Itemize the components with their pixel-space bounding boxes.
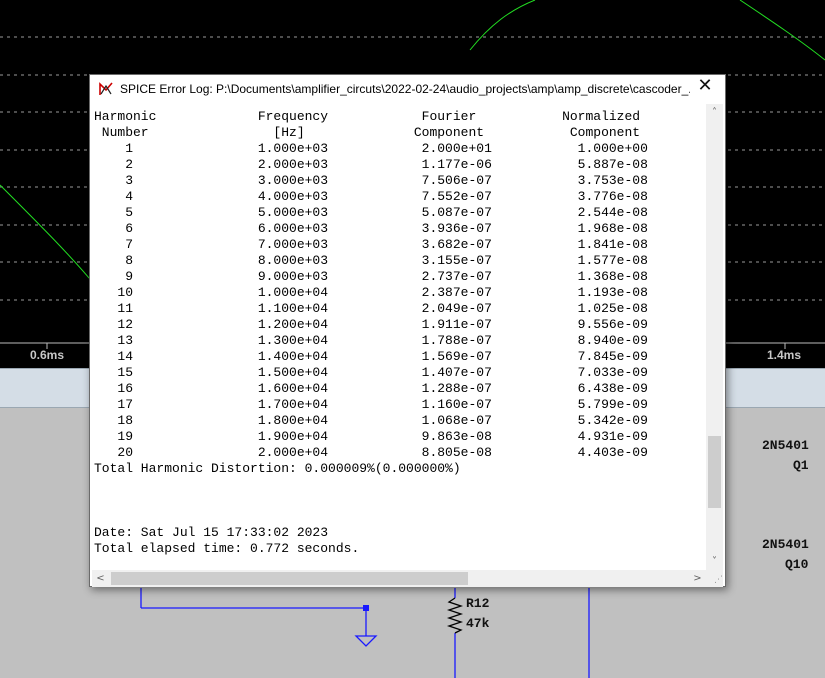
- log-line: 12 1.200e+04 1.911e-07 9.556e-09: [94, 317, 648, 332]
- close-button[interactable]: ✕: [685, 75, 725, 103]
- log-line: 13 1.300e+04 1.788e-07 8.940e-09: [94, 333, 648, 348]
- log-line: 4 4.000e+03 7.552e-07 3.776e-08: [94, 189, 648, 204]
- resistor-r12-symbol[interactable]: [446, 597, 464, 634]
- vertical-scroll-thumb[interactable]: [708, 436, 721, 508]
- scroll-up-arrow-icon[interactable]: ˄: [706, 104, 723, 121]
- log-line: Number [Hz] Component Component: [94, 125, 641, 140]
- log-line: Total elapsed time: 0.772 seconds.: [94, 541, 360, 556]
- log-line: 3 3.000e+03 7.506e-07 3.753e-08: [94, 173, 648, 188]
- log-line: 8 8.000e+03 3.155e-07 1.577e-08: [94, 253, 648, 268]
- log-line: Total Harmonic Distortion: 0.000009%(0.0…: [94, 461, 461, 476]
- x-tick-label: 0.6ms: [30, 348, 65, 362]
- wire-junction: [363, 605, 369, 611]
- window-title: SPICE Error Log: P:\Documents\amplifier_…: [120, 82, 690, 96]
- log-line: Harmonic Frequency Fourier Normalized: [94, 109, 641, 124]
- transistor-q1-name[interactable]: Q1: [793, 458, 809, 473]
- title-bar[interactable]: SPICE Error Log: P:\Documents\amplifier_…: [90, 75, 725, 103]
- log-line: 1 1.000e+03 2.000e+01 1.000e+00: [94, 141, 648, 156]
- scroll-down-arrow-icon[interactable]: ˅: [706, 553, 723, 570]
- schematic-wires: [140, 588, 590, 678]
- log-text[interactable]: rHarmonic Frequency Fourier Normalized N…: [94, 104, 648, 557]
- log-line: 20 2.000e+04 8.805e-08 4.403e-09: [94, 445, 648, 460]
- log-line: 7 7.000e+03 3.682e-07 1.841e-08: [94, 237, 648, 252]
- transistor-q1-ref[interactable]: 2N5401: [762, 438, 809, 453]
- transistor-q10-ref[interactable]: 2N5401: [762, 537, 809, 552]
- spice-error-log-window: SPICE Error Log: P:\Documents\amplifier_…: [89, 74, 726, 587]
- horizontal-scrollbar[interactable]: < >: [92, 570, 706, 587]
- log-line: 17 1.700e+04 1.160e-07 5.799e-09: [94, 397, 648, 412]
- resistor-r12-name[interactable]: R12: [466, 596, 489, 611]
- vertical-scrollbar[interactable]: ˄ ˅: [706, 104, 723, 570]
- scroll-left-arrow-icon[interactable]: <: [92, 570, 109, 587]
- log-content[interactable]: rHarmonic Frequency Fourier Normalized N…: [92, 104, 706, 570]
- log-line: 2 2.000e+03 1.177e-06 5.887e-08: [94, 157, 648, 172]
- log-line: 6 6.000e+03 3.936e-07 1.968e-08: [94, 221, 648, 236]
- ground-symbol: [354, 635, 378, 647]
- log-line: 18 1.800e+04 1.068e-07 5.342e-09: [94, 413, 648, 428]
- log-line: 15 1.500e+04 1.407e-07 7.033e-09: [94, 365, 648, 380]
- ltspice-app-icon: [99, 82, 113, 95]
- x-tick-label: 1.4ms: [767, 348, 802, 362]
- resistor-r12-value[interactable]: 47k: [466, 616, 489, 631]
- log-line: 14 1.400e+04 1.569e-07 7.845e-09: [94, 349, 648, 364]
- resize-grip-icon[interactable]: ⋰: [706, 570, 723, 587]
- horizontal-scroll-thumb[interactable]: [111, 572, 468, 585]
- log-line: 11 1.100e+04 2.049e-07 1.025e-08: [94, 301, 648, 316]
- log-line: 9 9.000e+03 2.737e-07 1.368e-08: [94, 269, 648, 284]
- transistor-q10-name[interactable]: Q10: [785, 557, 808, 572]
- log-line: 19 1.900e+04 9.863e-08 4.931e-09: [94, 429, 648, 444]
- log-line: 16 1.600e+04 1.288e-07 6.438e-09: [94, 381, 648, 396]
- log-line: 5 5.000e+03 5.087e-07 2.544e-08: [94, 205, 648, 220]
- log-line: Date: Sat Jul 15 17:33:02 2023: [94, 525, 329, 540]
- scroll-right-arrow-icon[interactable]: >: [689, 570, 706, 587]
- log-line: 10 1.000e+04 2.387e-07 1.193e-08: [94, 285, 648, 300]
